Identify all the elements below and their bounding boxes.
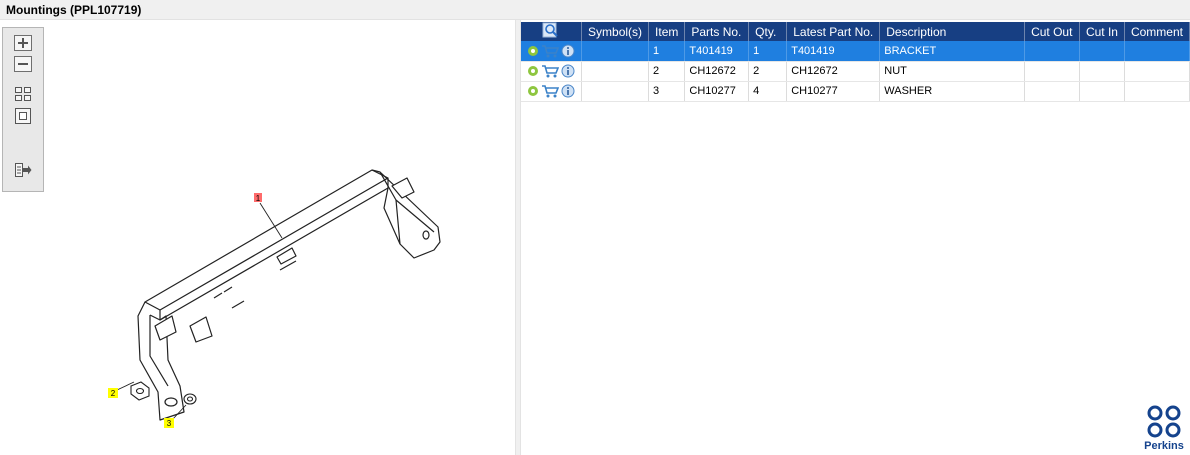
column-header-symbols[interactable]: Symbol(s) (581, 22, 650, 41)
callout-1[interactable]: 1 (254, 193, 262, 203)
cell-description: BRACKET (879, 41, 1026, 62)
perkins-logo: Perkins (1144, 404, 1184, 454)
cell-comment (1124, 81, 1190, 102)
cell-comment (1124, 61, 1190, 82)
row-actions (521, 81, 583, 102)
cell-cut-in (1079, 81, 1125, 102)
callout-3[interactable]: 3 (164, 418, 174, 428)
column-header-item[interactable]: Item (648, 22, 686, 41)
parts-list-pane: Symbol(s) Item Parts No. Qty. Latest Par… (521, 20, 1190, 455)
logo-text: Perkins (1144, 440, 1184, 452)
washer-drawing (183, 393, 197, 405)
cell-description: NUT (879, 61, 1026, 82)
cell-latest-part-no[interactable]: T401419 (786, 41, 881, 62)
cart-icon[interactable] (541, 64, 559, 78)
gear-icon[interactable] (527, 65, 539, 77)
row-actions (521, 61, 583, 82)
cell-item: 1 (648, 41, 686, 62)
svg-text:3: 3 (167, 419, 172, 428)
column-header-cut-in[interactable]: Cut In (1079, 22, 1125, 41)
cell-cut-out (1024, 41, 1080, 62)
info-icon[interactable] (561, 84, 575, 98)
column-header-cut-out[interactable]: Cut Out (1024, 22, 1080, 41)
info-icon[interactable] (561, 64, 575, 78)
cell-parts-no[interactable]: CH12672 (684, 61, 750, 82)
table-row[interactable]: 3 CH10277 4 CH10277 WASHER (521, 81, 1190, 102)
search-document-icon (542, 22, 558, 38)
window-title: Mountings (PPL107719) (6, 3, 142, 17)
row-actions (521, 41, 583, 62)
table-row[interactable]: 2 CH12672 2 CH12672 NUT (521, 61, 1190, 82)
gear-icon[interactable] (527, 85, 539, 97)
column-header-latest-part-no[interactable]: Latest Part No. (786, 22, 881, 41)
column-header-comment[interactable]: Comment (1124, 22, 1190, 41)
column-header-parts-no[interactable]: Parts No. (684, 22, 750, 41)
info-icon[interactable] (561, 44, 575, 58)
parts-drawing: 1 2 3 (108, 169, 441, 428)
callout-2[interactable]: 2 (108, 388, 118, 398)
cell-parts-no[interactable]: T401419 (684, 41, 750, 62)
column-header-description[interactable]: Description (879, 22, 1026, 41)
cart-icon[interactable] (541, 84, 559, 98)
perkins-logo-mark (1147, 405, 1181, 438)
cell-cut-in (1079, 61, 1125, 82)
svg-text:1: 1 (256, 194, 261, 203)
cell-cut-in (1079, 41, 1125, 62)
table-header-row: Symbol(s) Item Parts No. Qty. Latest Par… (521, 22, 1190, 41)
nut-drawing (130, 381, 150, 401)
cell-parts-no[interactable]: CH10277 (684, 81, 750, 102)
cell-latest-part-no[interactable]: CH12672 (786, 61, 881, 82)
column-header-qty[interactable]: Qty. (748, 22, 788, 41)
table-row[interactable]: 1 T401419 1 T401419 BRACKET (521, 41, 1190, 62)
cell-description: WASHER (879, 81, 1026, 102)
title-bar: Mountings (PPL107719) (0, 0, 1190, 20)
cell-item: 2 (648, 61, 686, 82)
cell-latest-part-no[interactable]: CH10277 (786, 81, 881, 102)
cell-cut-out (1024, 81, 1080, 102)
cell-qty: 2 (748, 61, 788, 82)
cell-qty: 1 (748, 41, 788, 62)
cell-symbols (581, 81, 650, 102)
cell-item: 3 (648, 81, 686, 102)
illustration-pane[interactable]: 1 2 3 (0, 20, 515, 455)
find-column-header[interactable] (521, 22, 583, 41)
cell-symbols (581, 61, 650, 82)
parts-table: Symbol(s) Item Parts No. Qty. Latest Par… (521, 22, 1190, 102)
cell-symbols (581, 41, 650, 62)
svg-text:2: 2 (111, 389, 116, 398)
cell-qty: 4 (748, 81, 788, 102)
cell-comment (1124, 41, 1190, 62)
cell-cut-out (1024, 61, 1080, 82)
cart-icon[interactable] (541, 44, 559, 58)
gear-icon[interactable] (527, 45, 539, 57)
bracket-drawing (137, 169, 441, 421)
